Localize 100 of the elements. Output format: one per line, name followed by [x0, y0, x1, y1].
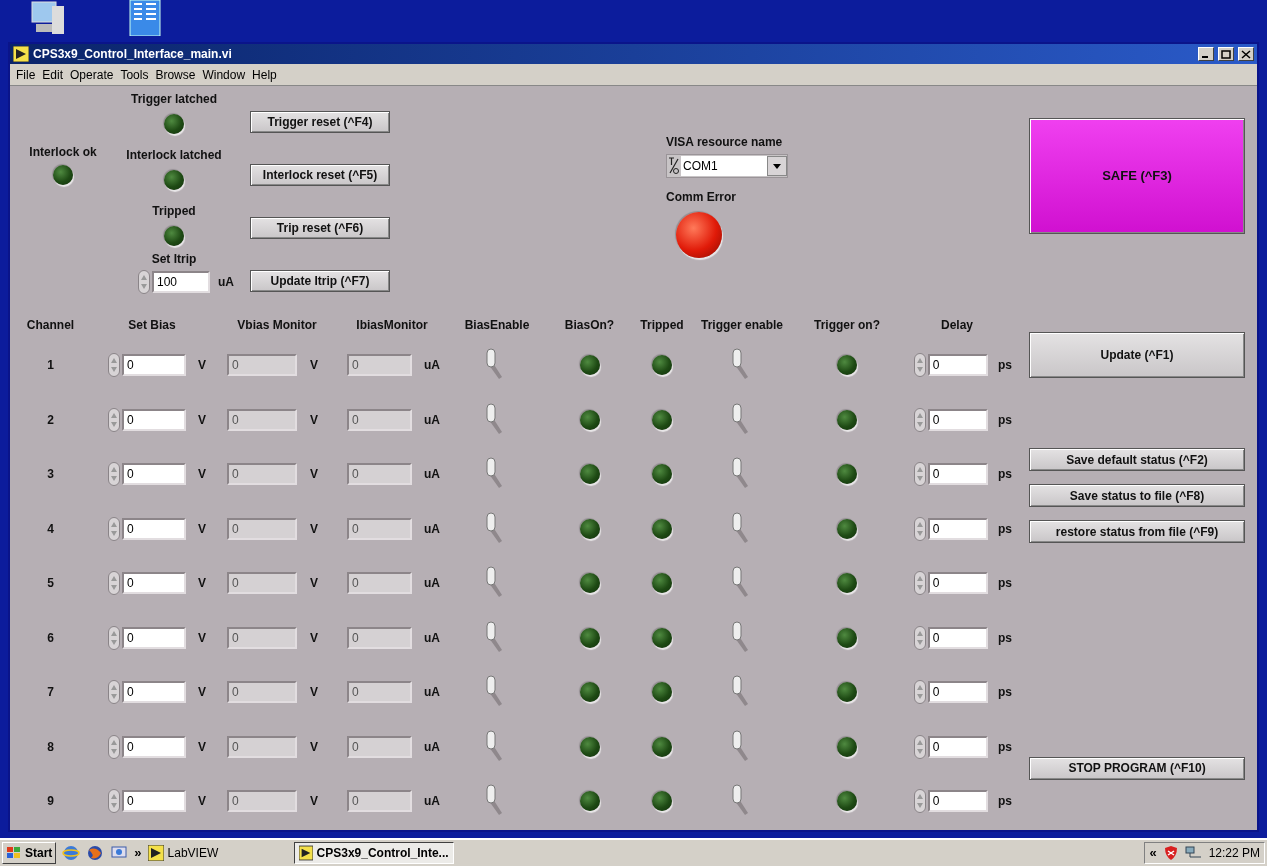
- spin-buttons[interactable]: [108, 625, 120, 650]
- app-icon: [298, 845, 313, 861]
- spin-buttons[interactable]: [914, 571, 926, 596]
- globe-icon[interactable]: [62, 844, 81, 862]
- app-icon[interactable]: [147, 845, 164, 861]
- channel-number: 9: [47, 793, 54, 811]
- file-button[interactable]: restore status from file (^F9): [1029, 520, 1245, 543]
- spin-buttons[interactable]: [138, 270, 150, 294]
- resource-dropdown[interactable]: COM1: [666, 154, 788, 178]
- spin-buttons[interactable]: [914, 407, 926, 432]
- minimize-icon: [1202, 56, 1208, 58]
- indicator-field: 0: [347, 408, 412, 431]
- document-icon[interactable]: [128, 0, 162, 36]
- column-header: Tripped: [640, 317, 684, 334]
- column-header: Vbias Monitor: [237, 317, 317, 334]
- numeric-field[interactable]: 0: [927, 517, 988, 540]
- spin-buttons[interactable]: [914, 680, 926, 705]
- spin-buttons[interactable]: [914, 789, 926, 814]
- menu-item[interactable]: Help: [252, 65, 277, 84]
- spin-buttons[interactable]: [108, 571, 120, 596]
- unit-label: V: [198, 520, 206, 538]
- close-button[interactable]: [1238, 47, 1254, 61]
- numeric-field[interactable]: 0: [927, 408, 988, 431]
- label: Interlock ok: [29, 144, 97, 161]
- menu-item[interactable]: Edit: [42, 65, 64, 84]
- numeric-field[interactable]: 0: [122, 790, 186, 813]
- menu-item[interactable]: Operate: [70, 65, 114, 84]
- menu-item[interactable]: Browse: [155, 65, 196, 84]
- spin-buttons[interactable]: [914, 353, 926, 378]
- unit-label: V: [310, 575, 318, 593]
- reset-button[interactable]: Interlock reset (^F5): [250, 164, 390, 186]
- label: Tripped: [152, 203, 196, 220]
- unit-label: uA: [424, 411, 440, 429]
- toolbar-item[interactable]: LabVIEW: [167, 844, 219, 862]
- numeric-field[interactable]: 0: [927, 354, 988, 377]
- numeric-field[interactable]: 0: [122, 735, 186, 758]
- numeric-field[interactable]: 0: [927, 626, 988, 649]
- unit-label: V: [198, 411, 206, 429]
- indicator-field: 0: [227, 463, 297, 486]
- spin-buttons[interactable]: [914, 516, 926, 541]
- numeric-field[interactable]: 0: [122, 572, 186, 595]
- unit-label: uA: [424, 629, 440, 647]
- unit-label: V: [198, 738, 206, 756]
- indicator-field: 0: [227, 626, 297, 649]
- menu-item[interactable]: Tools: [120, 65, 149, 84]
- spin-buttons[interactable]: [108, 353, 120, 378]
- unit-label: V: [310, 629, 318, 647]
- reset-button[interactable]: Trip reset (^F6): [250, 217, 390, 239]
- numeric-field[interactable]: 0: [927, 572, 988, 595]
- task-button[interactable]: CPS3x9_Control_Inte...: [293, 842, 454, 864]
- numeric-field[interactable]: 0: [122, 681, 186, 704]
- numeric-field[interactable]: 0: [122, 463, 186, 486]
- numeric-field[interactable]: 0: [122, 354, 186, 377]
- minimize-button[interactable]: [1198, 47, 1214, 61]
- spin-buttons[interactable]: [914, 462, 926, 487]
- safe-button[interactable]: SAFE (^F3): [1029, 118, 1245, 234]
- numeric-field[interactable]: 100: [152, 271, 210, 293]
- menu-item[interactable]: File: [16, 65, 36, 84]
- numeric-field[interactable]: 0: [927, 790, 988, 813]
- numeric-field[interactable]: 0: [122, 517, 186, 540]
- unit-label: ps: [998, 793, 1012, 811]
- numeric-field[interactable]: 0: [122, 626, 186, 649]
- stop-button[interactable]: STOP PROGRAM (^F10): [1029, 756, 1245, 780]
- numeric-field[interactable]: 0: [927, 735, 988, 758]
- spin-buttons[interactable]: [914, 734, 926, 759]
- indicator-field: 0: [227, 681, 297, 704]
- window-title: CPS3x9_Control_Interface_main.vi: [33, 46, 233, 63]
- file-button[interactable]: Save default status (^F2): [1029, 448, 1245, 471]
- indicator-field: 0: [347, 354, 412, 377]
- update-button[interactable]: Update (^F1): [1029, 332, 1245, 378]
- spin-buttons[interactable]: [108, 462, 120, 487]
- unit-label: uA: [424, 793, 440, 811]
- unit-label: V: [198, 793, 206, 811]
- channel-number: 7: [47, 684, 54, 702]
- unit-label: V: [198, 357, 206, 375]
- start-button[interactable]: Start: [2, 842, 57, 864]
- file-button[interactable]: Save status to file (^F8): [1029, 484, 1245, 507]
- browser-icon[interactable]: [86, 844, 105, 862]
- spin-buttons[interactable]: [108, 789, 120, 814]
- spin-buttons[interactable]: [108, 516, 120, 541]
- column-header: Set Bias: [128, 317, 176, 334]
- numeric-field[interactable]: 0: [927, 681, 988, 704]
- spin-buttons[interactable]: [108, 407, 120, 432]
- numeric-field[interactable]: 0: [927, 463, 988, 486]
- more-chevron[interactable]: »: [134, 843, 142, 863]
- column-header: BiasOn?: [564, 317, 615, 334]
- reset-button[interactable]: Update Itrip (^F7): [250, 270, 390, 292]
- spin-buttons[interactable]: [914, 625, 926, 650]
- shield-icon[interactable]: [1162, 845, 1179, 861]
- network-icon[interactable]: [1184, 845, 1203, 861]
- unit-label: ps: [998, 520, 1012, 538]
- tray-expand[interactable]: «: [1149, 843, 1157, 863]
- menu-item[interactable]: Window: [202, 65, 246, 84]
- label: Interlock latched: [126, 147, 222, 164]
- channel-number: 3: [47, 466, 54, 484]
- maximize-button[interactable]: [1218, 47, 1234, 61]
- numeric-field[interactable]: 0: [122, 408, 186, 431]
- spin-buttons[interactable]: [108, 734, 120, 759]
- reset-button[interactable]: Trigger reset (^F4): [250, 111, 390, 133]
- spin-buttons[interactable]: [108, 680, 120, 705]
